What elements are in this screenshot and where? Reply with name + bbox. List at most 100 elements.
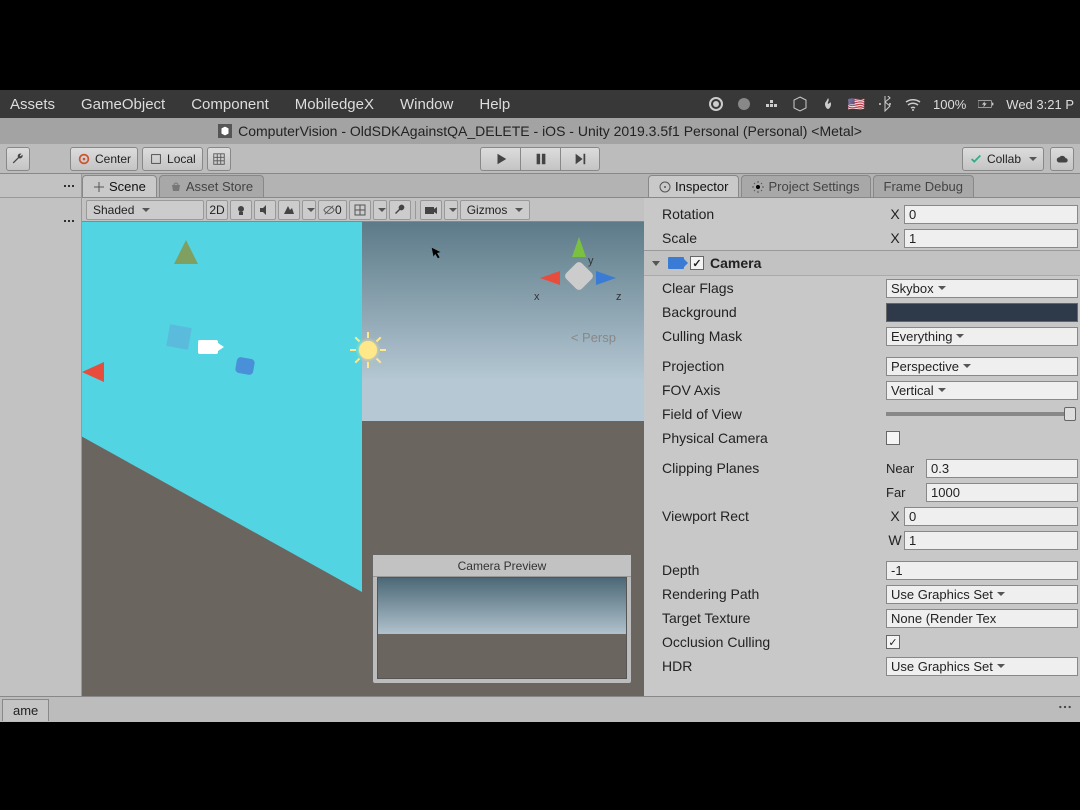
culling-mask-dropdown[interactable]: Everything — [886, 327, 1078, 346]
asset-store-icon — [170, 181, 182, 193]
orientation-gizmo[interactable]: yxz — [534, 237, 624, 317]
far-field[interactable]: 1000 — [926, 483, 1078, 502]
shading-mode-dropdown[interactable]: Shaded — [86, 200, 204, 220]
scale-x-field[interactable]: 1 — [904, 229, 1078, 248]
letterbox-top — [0, 0, 1080, 90]
camera-dropdown[interactable] — [444, 200, 458, 220]
directional-light-gizmo[interactable] — [350, 332, 386, 368]
scene-camera-gizmo[interactable] — [198, 340, 218, 354]
scene-viewport[interactable]: yxz < Persp Camera Preview — [82, 222, 644, 696]
scene-up-gizmo — [174, 240, 198, 264]
circle-icon[interactable] — [736, 96, 752, 112]
hdr-label: HDR — [662, 658, 886, 674]
space-mode-button[interactable]: Local — [142, 147, 203, 171]
menu-assets[interactable]: Assets — [6, 94, 59, 115]
tool-settings-button[interactable] — [6, 147, 30, 171]
hidden-count[interactable]: 0 — [318, 200, 347, 220]
play-button[interactable] — [480, 147, 520, 171]
fov-label: Field of View — [662, 406, 886, 422]
rotation-x-field[interactable]: 0 — [904, 205, 1078, 224]
camera-component-header[interactable]: ✓ Camera — [644, 250, 1080, 276]
tab-inspector[interactable]: Inspector — [648, 175, 739, 197]
rendering-path-dropdown[interactable]: Use Graphics Set — [886, 585, 1078, 604]
axis-x-label: X — [886, 230, 904, 246]
near-label: Near — [886, 461, 922, 476]
pivot-mode-button[interactable]: Center — [70, 147, 138, 171]
flame-icon[interactable] — [820, 96, 836, 112]
scene-blue-object[interactable] — [235, 357, 256, 376]
collab-button[interactable]: Collab — [962, 147, 1044, 171]
hdr-dropdown[interactable]: Use Graphics Set — [886, 657, 1078, 676]
physical-camera-checkbox[interactable] — [886, 431, 900, 445]
far-label: Far — [886, 485, 922, 500]
foldout-expanded-icon — [650, 257, 662, 269]
panel-menu-icon-bottom[interactable] — [1058, 700, 1072, 714]
camera-component-title: Camera — [710, 255, 761, 271]
occlusion-culling-checkbox[interactable]: ✓ — [886, 635, 900, 649]
camera-settings[interactable] — [420, 200, 442, 220]
depth-field[interactable]: -1 — [886, 561, 1078, 580]
camera-preview-overlay[interactable]: Camera Preview — [372, 554, 632, 684]
near-field[interactable]: 0.3 — [926, 459, 1078, 478]
lighting-toggle[interactable] — [230, 200, 252, 220]
scene-cube-object[interactable] — [166, 324, 191, 349]
menu-window[interactable]: Window — [396, 94, 457, 115]
bottom-tab-partial[interactable]: ame — [2, 699, 49, 721]
os-menubar: Assets GameObject Component MobiledgeX W… — [0, 90, 1080, 118]
target-texture-field[interactable]: None (Render Tex — [886, 609, 1078, 628]
bluetooth-icon[interactable] — [877, 96, 893, 112]
cloud-button[interactable] — [1050, 147, 1074, 171]
unity-file-icon — [218, 124, 232, 138]
pause-button[interactable] — [520, 147, 560, 171]
slider-thumb[interactable] — [1064, 407, 1076, 421]
clipping-planes-label: Clipping Planes — [662, 460, 886, 476]
record-icon[interactable] — [708, 96, 724, 112]
cloud-icon — [1055, 152, 1069, 166]
panel-menu-icon[interactable] — [63, 180, 75, 192]
docker-icon[interactable] — [764, 96, 780, 112]
menu-help[interactable]: Help — [475, 94, 514, 115]
fx-toggle[interactable] — [278, 200, 300, 220]
gizmos-dropdown[interactable]: Gizmos — [460, 200, 531, 220]
projection-dropdown[interactable]: Perspective — [886, 357, 1078, 376]
audio-toggle[interactable] — [254, 200, 276, 220]
grid-snap-icon — [212, 152, 226, 166]
scene-panel: Scene Asset Store Shaded 2D 0 Gizmos — [82, 174, 644, 696]
tab-project-settings[interactable]: Project Settings — [741, 175, 870, 197]
camera-enabled-checkbox[interactable]: ✓ — [690, 256, 704, 270]
bottom-panel-tabs: ame — [0, 696, 1080, 722]
2d-toggle[interactable]: 2D — [206, 200, 228, 220]
flag-icon[interactable]: 🇺🇸 — [848, 96, 865, 113]
scale-label: Scale — [662, 230, 886, 246]
fx-dropdown[interactable] — [302, 200, 316, 220]
menu-gameobject[interactable]: GameObject — [77, 94, 169, 115]
hierarchy-panel[interactable] — [0, 174, 82, 696]
inspector-tab-icon — [659, 181, 671, 193]
tab-scene[interactable]: Scene — [82, 175, 157, 197]
menu-component[interactable]: Component — [187, 94, 273, 115]
grid-toggle[interactable] — [349, 200, 371, 220]
panel-menu-icon-2[interactable] — [63, 215, 75, 227]
background-color-field[interactable] — [886, 303, 1078, 322]
fov-axis-dropdown[interactable]: Vertical — [886, 381, 1078, 400]
projection-label[interactable]: < Persp — [571, 330, 616, 345]
menubar-status-icons: 🇺🇸 100% Wed 3:21 P — [708, 96, 1074, 113]
tab-asset-store[interactable]: Asset Store — [159, 175, 264, 197]
clear-flags-dropdown[interactable]: Skybox — [886, 279, 1078, 298]
settings-tab-icon — [752, 181, 764, 193]
cursor-icon — [430, 246, 444, 260]
snap-button[interactable] — [207, 147, 231, 171]
viewport-w-field[interactable]: 1 — [904, 531, 1078, 550]
unity-icon[interactable] — [792, 96, 808, 112]
step-button[interactable] — [560, 147, 600, 171]
tools-toggle[interactable] — [389, 200, 411, 220]
viewport-x-field[interactable]: 0 — [904, 507, 1078, 526]
menu-mobiledgex[interactable]: MobiledgeX — [291, 94, 378, 115]
wifi-icon[interactable] — [905, 96, 921, 112]
window-title: ComputerVision - OldSDKAgainstQA_DELETE … — [238, 123, 862, 139]
axis-x-label: X — [886, 206, 904, 222]
fov-slider[interactable] — [886, 412, 1076, 416]
grid-dropdown[interactable] — [373, 200, 387, 220]
tab-frame-debug[interactable]: Frame Debug — [873, 175, 974, 197]
scene-x-axis-arrow — [82, 362, 104, 382]
